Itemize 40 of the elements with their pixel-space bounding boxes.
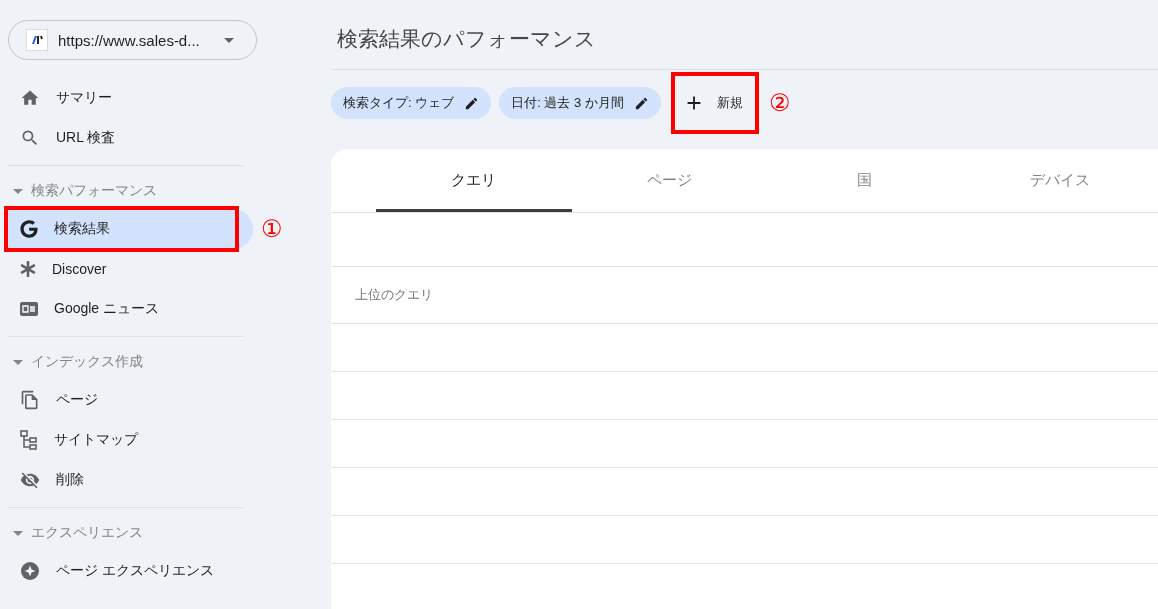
section-header[interactable]: エクスペリエンス bbox=[8, 515, 331, 551]
caret-icon bbox=[13, 530, 23, 536]
annotation-number: ① bbox=[261, 215, 283, 243]
nav-item[interactable]: Google ニュース bbox=[8, 289, 253, 329]
nav-item[interactable]: サマリー bbox=[8, 78, 253, 118]
filter-chip[interactable]: 日付: 過去 3 か月間 bbox=[499, 87, 661, 119]
site-logo-icon bbox=[26, 29, 48, 51]
eye-slash-icon bbox=[20, 470, 40, 490]
nav-item[interactable]: ページ bbox=[8, 380, 253, 420]
tab[interactable]: デバイス bbox=[962, 149, 1158, 212]
annotation-number: ② bbox=[768, 89, 791, 117]
new-filter-button[interactable]: 新規 bbox=[670, 72, 759, 134]
filter-chip[interactable]: 検索タイプ: ウェブ bbox=[331, 87, 492, 119]
star-badge-icon bbox=[20, 561, 40, 581]
caret-icon bbox=[13, 188, 23, 194]
search-icon bbox=[20, 128, 40, 148]
news-card-icon bbox=[20, 302, 38, 316]
nav-item[interactable]: サイトマップ bbox=[8, 420, 253, 460]
caret-icon bbox=[224, 37, 234, 43]
google-g-icon bbox=[20, 220, 38, 238]
tab[interactable]: クエリ bbox=[376, 149, 572, 212]
nav-item[interactable]: URL 検査 bbox=[8, 118, 253, 158]
section-title: 検索パフォーマンス bbox=[31, 182, 157, 200]
home-icon bbox=[20, 88, 40, 108]
section-title: エクスペリエンス bbox=[31, 524, 143, 542]
page-title: 検索結果のパフォーマンス bbox=[331, 0, 1158, 70]
pencil-icon bbox=[464, 95, 480, 111]
sitemap-tree-icon bbox=[20, 430, 38, 450]
nav-item[interactable]: ページ エクスペリエンス bbox=[8, 551, 253, 591]
nav-item[interactable]: 削除 bbox=[8, 460, 253, 500]
table-heading: 上位のクエリ bbox=[355, 286, 433, 304]
asterisk-icon bbox=[20, 261, 36, 277]
nav-item[interactable]: 検索結果 bbox=[8, 209, 253, 249]
section-title: インデックス作成 bbox=[31, 353, 143, 371]
tab[interactable]: 国 bbox=[767, 149, 963, 212]
pencil-icon bbox=[633, 95, 649, 111]
tab[interactable]: ページ bbox=[571, 149, 767, 212]
nav-item[interactable]: Discover bbox=[8, 249, 253, 289]
caret-icon bbox=[13, 359, 23, 365]
pages-icon bbox=[20, 390, 40, 410]
